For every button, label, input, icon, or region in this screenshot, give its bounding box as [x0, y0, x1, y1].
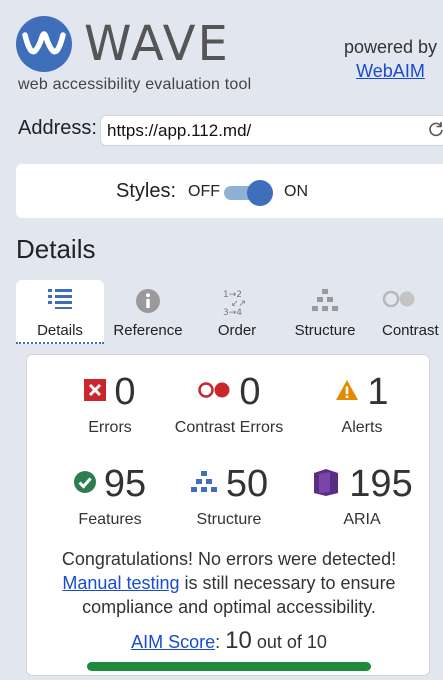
- contrast-icon: [382, 288, 443, 320]
- reload-icon[interactable]: [429, 121, 443, 142]
- details-heading: Details: [16, 234, 96, 264]
- contrast-error-icon: [197, 381, 231, 404]
- tagline: web accessibility evaluation tool: [18, 76, 252, 93]
- alerts-label: Alerts: [341, 419, 383, 436]
- contrast-errors-count: 0: [239, 370, 261, 413]
- alert-icon: [335, 379, 359, 406]
- order-icon: 1→2 ↙↗ 3→4: [196, 288, 278, 320]
- tab-label: Reference: [113, 322, 183, 339]
- congrats-line-3: compliance and optimal accessibility.: [82, 597, 376, 617]
- info-icon: [108, 288, 188, 320]
- tab-contrast[interactable]: Contrast: [374, 280, 443, 344]
- svg-text:3→4: 3→4: [223, 308, 242, 316]
- features-count: 95: [103, 462, 147, 505]
- aria-count: 195: [349, 462, 413, 505]
- wave-logo-icon: [16, 16, 72, 72]
- congrats-line-1: Congratulations! No errors were detected…: [61, 549, 397, 569]
- styles-toggle-knob[interactable]: [247, 180, 273, 206]
- congrats-line-2: Manual testing is still necessary to ens…: [27, 571, 431, 595]
- error-icon: [84, 378, 107, 406]
- tab-details[interactable]: Details: [16, 280, 104, 344]
- webaim-link[interactable]: WebAIM: [344, 59, 437, 83]
- address-input[interactable]: [100, 115, 443, 146]
- aria-label: ARIA: [343, 511, 381, 528]
- manual-testing-link[interactable]: Manual testing: [62, 573, 179, 593]
- list-icon: [16, 288, 104, 320]
- address-bar: Address:: [0, 108, 443, 150]
- aria-cube-icon: [311, 467, 341, 502]
- errors-stat[interactable]: 0 Errors: [45, 369, 175, 437]
- errors-count: 0: [114, 370, 136, 413]
- aria-stat[interactable]: 195 ARIA: [297, 461, 427, 529]
- details-tabs: Details Reference 1→2 ↙↗ 3→4 Order Struc…: [16, 280, 443, 344]
- address-label: Address:: [18, 117, 97, 139]
- powered-by-text: powered by: [343, 37, 437, 57]
- structure-count: 50: [225, 462, 269, 505]
- congrats-line-2-text: is still necessary to ensure: [179, 573, 396, 593]
- summary-panel: 0 Errors 0 Contrast Errors 1 Alerts 95 F…: [26, 354, 430, 676]
- tab-label: Contrast: [382, 322, 439, 339]
- powered-by: powered by WebAIM: [344, 35, 437, 83]
- features-label: Features: [78, 511, 142, 528]
- alerts-count: 1: [367, 370, 389, 413]
- aim-colon: :: [215, 632, 221, 652]
- features-stat[interactable]: 95 Features: [45, 461, 175, 529]
- check-circle-icon: [73, 470, 96, 498]
- alerts-stat[interactable]: 1 Alerts: [297, 369, 427, 437]
- tab-reference[interactable]: Reference: [108, 280, 188, 344]
- congratulations-message: Congratulations! No errors were detected…: [27, 547, 431, 619]
- structure-stat[interactable]: 50 Structure: [164, 461, 294, 529]
- tab-label: Structure: [294, 322, 356, 339]
- tab-label: Details: [37, 322, 83, 339]
- styles-panel: Styles: OFF ON: [16, 164, 443, 218]
- styles-on-label: ON: [284, 183, 308, 200]
- aim-score-value: 10: [225, 627, 252, 654]
- aim-score-bar: [87, 662, 371, 671]
- aim-score-link[interactable]: AIM Score: [131, 632, 215, 652]
- styles-off-label: OFF: [188, 183, 220, 200]
- tab-order[interactable]: 1→2 ↙↗ 3→4 Order: [196, 280, 278, 344]
- aim-score-row: AIM Score: 10 out of 10: [27, 627, 431, 655]
- header: WAVE web accessibility evaluation tool p…: [0, 0, 443, 108]
- styles-label: Styles:: [116, 180, 177, 202]
- aim-score-suffix: out of 10: [256, 632, 327, 652]
- structure-icon: [190, 470, 218, 499]
- tab-structure[interactable]: Structure: [282, 280, 368, 344]
- errors-label: Errors: [88, 419, 132, 436]
- tab-label: Order: [217, 322, 257, 339]
- contrast-errors-stat[interactable]: 0 Contrast Errors: [159, 369, 299, 437]
- contrast-errors-label: Contrast Errors: [174, 419, 284, 436]
- structure-icon: [282, 288, 368, 320]
- structure-label: Structure: [196, 511, 262, 528]
- app-name: WAVE: [84, 16, 230, 72]
